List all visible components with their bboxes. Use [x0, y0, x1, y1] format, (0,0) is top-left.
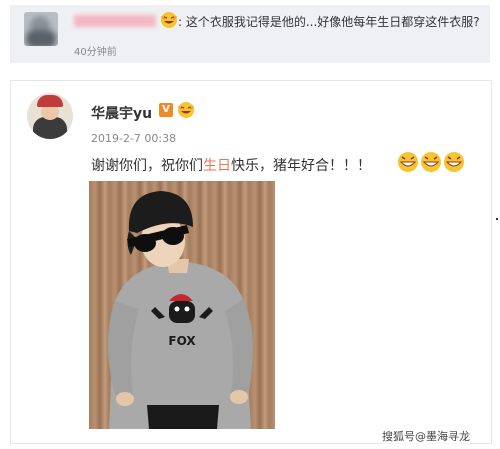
post-text-start: 谢谢你们，祝你们 — [91, 158, 203, 174]
commenter-name-redacted[interactable] — [74, 15, 156, 27]
post-text-end: 快乐，猪年好合！！！ — [231, 158, 371, 174]
post-timestamp[interactable]: 2019-2-7 00:38 — [91, 132, 176, 145]
author-avatar[interactable] — [27, 93, 73, 139]
laughing-emoji-icon — [421, 152, 441, 172]
person-photo-illustration: FOX — [108, 191, 253, 429]
comment-item: : 这个衣服我记得是他的...好像他每年生日都穿这件衣服? 40分钟前 — [10, 5, 490, 63]
weibo-post: 华晨宇yu V 2019-2-7 00:38 谢谢你们，祝你们生日快乐，猪年好合… — [10, 80, 492, 444]
sweater-logo-text: FOX — [168, 334, 196, 348]
laughing-emoji-group — [397, 151, 465, 173]
verified-badge-icon: V — [159, 103, 173, 117]
commenter-avatar[interactable] — [24, 12, 58, 46]
comment-text: : 这个衣服我记得是他的...好像他每年生日都穿这件衣服? — [178, 15, 480, 29]
post-text-highlight[interactable]: 生日 — [203, 158, 231, 174]
laughing-emoji-icon — [444, 152, 464, 172]
laughing-emoji-icon — [398, 152, 418, 172]
post-photo[interactable]: FOX — [89, 181, 275, 429]
post-text: 谢谢你们，祝你们生日快乐，猪年好合！！！ — [91, 155, 371, 175]
author-name[interactable]: 华晨宇yu — [91, 103, 152, 123]
comment-time: 40分钟前 — [74, 47, 117, 58]
stray-dot — [496, 218, 498, 220]
cry-laugh-emoji-icon — [161, 12, 177, 28]
cry-laugh-emoji-icon — [178, 102, 194, 118]
source-watermark: 搜狐号@墨海寻龙 — [382, 428, 470, 444]
